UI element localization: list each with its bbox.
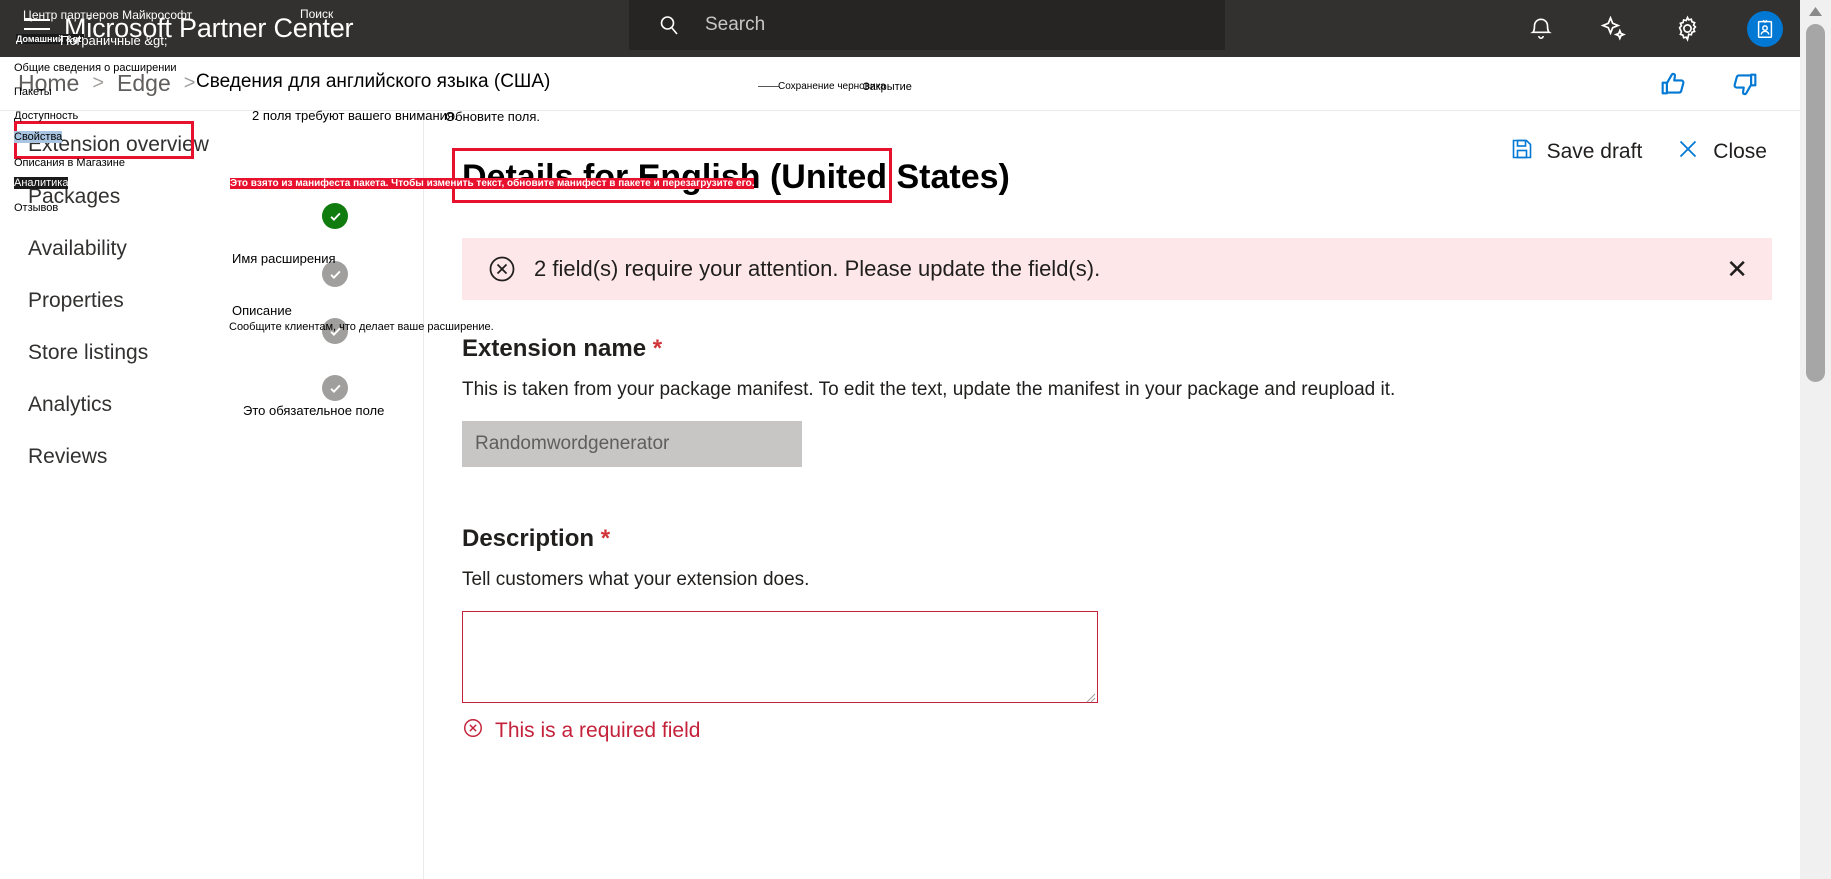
save-draft-label: Save draft [1546,140,1643,163]
global-search-box[interactable]: Search [629,0,1225,50]
notifications-icon[interactable] [1528,16,1554,42]
status-circle-complete [322,203,348,229]
error-circle-x-icon [462,717,484,745]
topbar-icon-group [1528,0,1783,57]
description-field-group: Description * Tell customers what your e… [462,525,1762,745]
breadcrumb: Home > Edge > [18,70,208,97]
sidebar-item-label: Packages [28,185,121,208]
extension-name-field-group: Extension name * This is taken from your… [462,335,1762,467]
status-circle-neutral [322,261,348,287]
required-asterisk: * [652,335,663,362]
feedback-icon-group [1658,57,1760,111]
settings-gear-icon[interactable] [1674,15,1701,42]
sidebar-item-analytics[interactable]: Analytics [0,378,423,432]
account-avatar-icon[interactable] [1747,10,1783,47]
left-navigation-sidebar: Extension overview Packages Availability… [0,111,424,879]
thumbs-down-icon[interactable] [1728,68,1760,100]
close-label: Close [1713,140,1767,163]
description-required-error: This is a required field [462,717,1762,745]
description-label-text: Description [462,525,595,552]
error-circle-x-icon [487,254,517,284]
extension-name-help-text: This is taken from your package manifest… [462,379,1396,400]
page-title: Details for English (United States) [462,158,1010,196]
extension-name-label-text: Extension name [462,335,647,362]
sidebar-item-packages[interactable]: Packages [0,170,423,224]
description-error-text: This is a required field [495,719,701,742]
top-navigation-bar: Microsoft Partner Center Search [0,0,1831,57]
breadcrumb-item-edge[interactable]: Edge [117,70,171,97]
sidebar-item-label: Properties [28,289,124,312]
description-help-text: Tell customers what your extension does. [462,569,810,590]
close-x-icon [1676,137,1700,167]
status-circle-neutral [322,375,348,401]
sidebar-item-availability[interactable]: Availability [0,222,423,276]
status-circle-neutral [322,318,348,344]
extension-name-label: Extension name * [462,335,1762,363]
details-form: Extension name * This is taken from your… [462,335,1762,745]
hamburger-menu-icon[interactable] [24,18,50,39]
sidebar-item-extension-overview[interactable]: Extension overview [0,118,423,172]
sidebar-item-store-listings[interactable]: Store listings [0,326,423,380]
thumbs-up-icon[interactable] [1658,68,1690,100]
breadcrumb-item-home[interactable]: Home [18,70,79,97]
extension-name-value: Randomwordgenerator [475,433,670,454]
scroll-up-arrow-icon[interactable] [1800,0,1831,22]
sidebar-item-reviews[interactable]: Reviews [0,430,423,484]
save-draft-button[interactable]: Save draft [1510,137,1643,167]
chevron-right-icon: > [92,72,105,94]
search-icon [657,13,681,37]
resize-grip-icon[interactable] [1084,690,1096,703]
sidebar-item-label: Extension overview [28,133,209,156]
sidebar-item-label: Store listings [28,341,149,364]
search-placeholder: Search [705,14,766,35]
chevron-right-icon: > [183,72,196,94]
save-floppy-icon [1510,137,1534,167]
description-textarea[interactable] [462,611,1098,703]
required-asterisk: * [600,525,611,552]
close-button[interactable]: Close [1676,137,1767,167]
breadcrumb-bar: Home > Edge > [0,57,1800,111]
sidebar-item-properties[interactable]: Properties [0,274,423,328]
error-banner-text: 2 field(s) require your attention. Pleas… [534,256,1101,281]
scrollbar-thumb[interactable] [1806,24,1825,382]
sidebar-item-label: Reviews [28,445,108,468]
sidebar-item-label: Availability [28,237,127,260]
description-label: Description * [462,525,1762,553]
description-textarea-wrapper [462,611,1098,703]
main-content-panel: Save draft Close 2 field(s) require your… [425,111,1800,879]
error-banner: 2 field(s) require your attention. Pleas… [462,238,1772,300]
app-brand-title: Microsoft Partner Center [64,13,354,43]
command-bar: Save draft Close [1510,137,1767,167]
copilot-sparkle-icon[interactable] [1600,15,1628,43]
error-banner-close-icon[interactable]: ✕ [1726,256,1748,282]
sidebar-item-label: Analytics [28,393,113,416]
vertical-scrollbar[interactable] [1800,0,1831,879]
extension-name-input: Randomwordgenerator [462,421,802,467]
